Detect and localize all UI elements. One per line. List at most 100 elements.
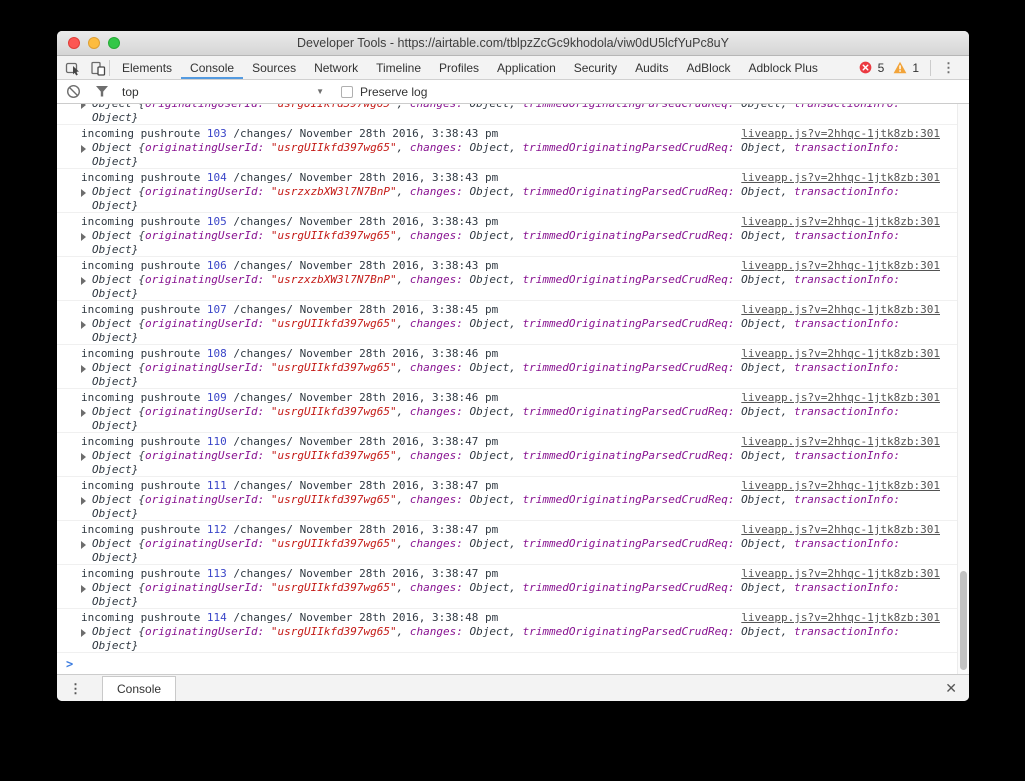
warning-icon[interactable] <box>892 60 908 76</box>
source-link[interactable]: liveapp.js?v=2hhqc-1jtk8zb:301 <box>741 435 940 449</box>
pushroute-number: 109 <box>206 391 227 404</box>
source-link[interactable]: liveapp.js?v=2hhqc-1jtk8zb:301 <box>741 391 940 405</box>
tab-elements[interactable]: Elements <box>113 56 181 79</box>
object-preview: Object {originatingUserId: "usrgUIIkfd39… <box>81 361 940 375</box>
close-window-button[interactable] <box>68 37 80 49</box>
message-text: incoming pushroute 103 /changes/ Novembe… <box>81 127 499 140</box>
originating-user-id: "usrgUIIkfd397wg65" <box>270 229 397 242</box>
preserve-log-label: Preserve log <box>360 84 428 99</box>
drawer-tab-console[interactable]: Console <box>102 676 177 701</box>
source-link[interactable]: liveapp.js?v=2hhqc-1jtk8zb:301 <box>741 303 940 317</box>
source-link[interactable]: liveapp.js?v=2hhqc-1jtk8zb:301 <box>741 127 940 141</box>
source-link[interactable]: liveapp.js?v=2hhqc-1jtk8zb:301 <box>741 347 940 361</box>
clear-console-icon[interactable] <box>65 84 81 100</box>
tab-console[interactable]: Console <box>181 56 244 79</box>
source-link[interactable]: liveapp.js?v=2hhqc-1jtk8zb:301 <box>741 259 940 273</box>
pushroute-number: 113 <box>206 567 227 580</box>
message-timestamp: 3:38:46 pm <box>432 347 499 360</box>
console-prompt[interactable]: > <box>57 653 969 671</box>
expand-triangle-icon[interactable] <box>81 104 86 109</box>
execution-context-selector[interactable]: top ▼ <box>122 85 324 99</box>
tab-audits[interactable]: Audits <box>626 56 677 79</box>
tab-application[interactable]: Application <box>488 56 565 79</box>
object-preview-close: Object} <box>92 595 139 608</box>
expand-triangle-icon[interactable] <box>81 497 86 505</box>
expand-triangle-icon[interactable] <box>81 365 86 373</box>
expand-triangle-icon[interactable] <box>81 453 86 461</box>
zoom-window-button[interactable] <box>108 37 120 49</box>
message-timestamp: 3:38:46 pm <box>432 391 499 404</box>
source-link[interactable]: liveapp.js?v=2hhqc-1jtk8zb:301 <box>741 567 940 581</box>
originating-user-id: "usrgUIIkfd397wg65" <box>270 537 397 550</box>
overflow-menu-icon[interactable]: ⋮ <box>938 61 959 74</box>
console-message: incoming pushroute 107 /changes/ Novembe… <box>57 301 957 345</box>
message-timestamp: 3:38:43 pm <box>432 259 499 272</box>
message-timestamp: 3:38:47 pm <box>432 567 499 580</box>
chevron-down-icon: ▼ <box>316 87 324 96</box>
drawer-toolbar: ⋮ Console ✕ <box>57 674 969 701</box>
expand-triangle-icon[interactable] <box>81 409 86 417</box>
console-message: incoming pushroute 109 /changes/ Novembe… <box>57 389 957 433</box>
drawer-close-icon[interactable]: ✕ <box>945 680 957 697</box>
originating-user-id: "usrgUIIkfd397wg65" <box>270 361 397 374</box>
object-preview-close: Object} <box>92 331 139 344</box>
expand-triangle-icon[interactable] <box>81 541 86 549</box>
message-text: incoming pushroute 113 /changes/ Novembe… <box>81 567 499 580</box>
tab-adblock-plus[interactable]: Adblock Plus <box>740 56 827 79</box>
source-link[interactable]: liveapp.js?v=2hhqc-1jtk8zb:301 <box>741 479 940 493</box>
expand-triangle-icon[interactable] <box>81 233 86 241</box>
traffic-lights <box>68 31 120 55</box>
expand-triangle-icon[interactable] <box>81 629 86 637</box>
message-header: incoming pushroute 110 /changes/ Novembe… <box>81 435 940 449</box>
console-message: incoming pushroute 104 /changes/ Novembe… <box>57 169 957 213</box>
scrollbar-track[interactable] <box>957 104 969 674</box>
object-preview: Object {originatingUserId: "usrzxzbXW3l7… <box>81 273 940 287</box>
pushroute-number: 110 <box>206 435 227 448</box>
object-preview-close: Object} <box>92 155 139 168</box>
message-header: incoming pushroute 111 /changes/ Novembe… <box>81 479 940 493</box>
object-preview-close: Object} <box>92 639 139 652</box>
object-preview-close: Object} <box>92 199 139 212</box>
originating-user-id: "usrgUIIkfd397wg65" <box>270 581 397 594</box>
minimize-window-button[interactable] <box>88 37 100 49</box>
expand-triangle-icon[interactable] <box>81 321 86 329</box>
expand-triangle-icon[interactable] <box>81 189 86 197</box>
device-toolbar-icon[interactable] <box>90 60 106 76</box>
preserve-log-checkbox[interactable] <box>341 85 353 98</box>
titlebar[interactable]: Developer Tools - https://airtable.com/t… <box>57 31 969 56</box>
tab-adblock[interactable]: AdBlock <box>677 56 739 79</box>
error-icon[interactable] <box>858 60 874 76</box>
expand-triangle-icon[interactable] <box>81 145 86 153</box>
warning-count[interactable]: 1 <box>912 61 919 75</box>
message-timestamp: 3:38:43 pm <box>432 127 499 140</box>
message-timestamp: 3:38:47 pm <box>432 523 499 536</box>
tab-profiles[interactable]: Profiles <box>430 56 488 79</box>
message-text: incoming pushroute 108 /changes/ Novembe… <box>81 347 499 360</box>
badge-divider <box>930 59 931 76</box>
source-link[interactable]: liveapp.js?v=2hhqc-1jtk8zb:301 <box>741 611 940 625</box>
tab-security[interactable]: Security <box>565 56 626 79</box>
source-link[interactable]: liveapp.js?v=2hhqc-1jtk8zb:301 <box>741 171 940 185</box>
tab-network[interactable]: Network <box>305 56 367 79</box>
toolbar-divider <box>109 59 110 76</box>
object-preview-close: Object} <box>92 243 139 256</box>
message-text: incoming pushroute 111 /changes/ Novembe… <box>81 479 499 492</box>
source-link[interactable]: liveapp.js?v=2hhqc-1jtk8zb:301 <box>741 523 940 537</box>
console-message: incoming pushroute 111 /changes/ Novembe… <box>57 477 957 521</box>
drawer-menu-icon[interactable]: ⋮ <box>69 682 82 695</box>
object-preview: Object {originatingUserId: "usrgUIIkfd39… <box>81 317 940 331</box>
message-header: incoming pushroute 106 /changes/ Novembe… <box>81 259 940 273</box>
scrollbar-thumb[interactable] <box>960 571 967 670</box>
expand-triangle-icon[interactable] <box>81 277 86 285</box>
inspect-element-icon[interactable] <box>65 60 81 76</box>
pushroute-number: 114 <box>206 611 227 624</box>
source-link[interactable]: liveapp.js?v=2hhqc-1jtk8zb:301 <box>741 215 940 229</box>
console-message: incoming pushroute 103 /changes/ Novembe… <box>57 125 957 169</box>
filter-icon[interactable] <box>94 84 110 100</box>
tab-timeline[interactable]: Timeline <box>367 56 430 79</box>
error-count[interactable]: 5 <box>878 61 885 75</box>
pushroute-number: 103 <box>206 127 227 140</box>
tab-sources[interactable]: Sources <box>243 56 305 79</box>
message-timestamp: 3:38:43 pm <box>432 215 499 228</box>
expand-triangle-icon[interactable] <box>81 585 86 593</box>
